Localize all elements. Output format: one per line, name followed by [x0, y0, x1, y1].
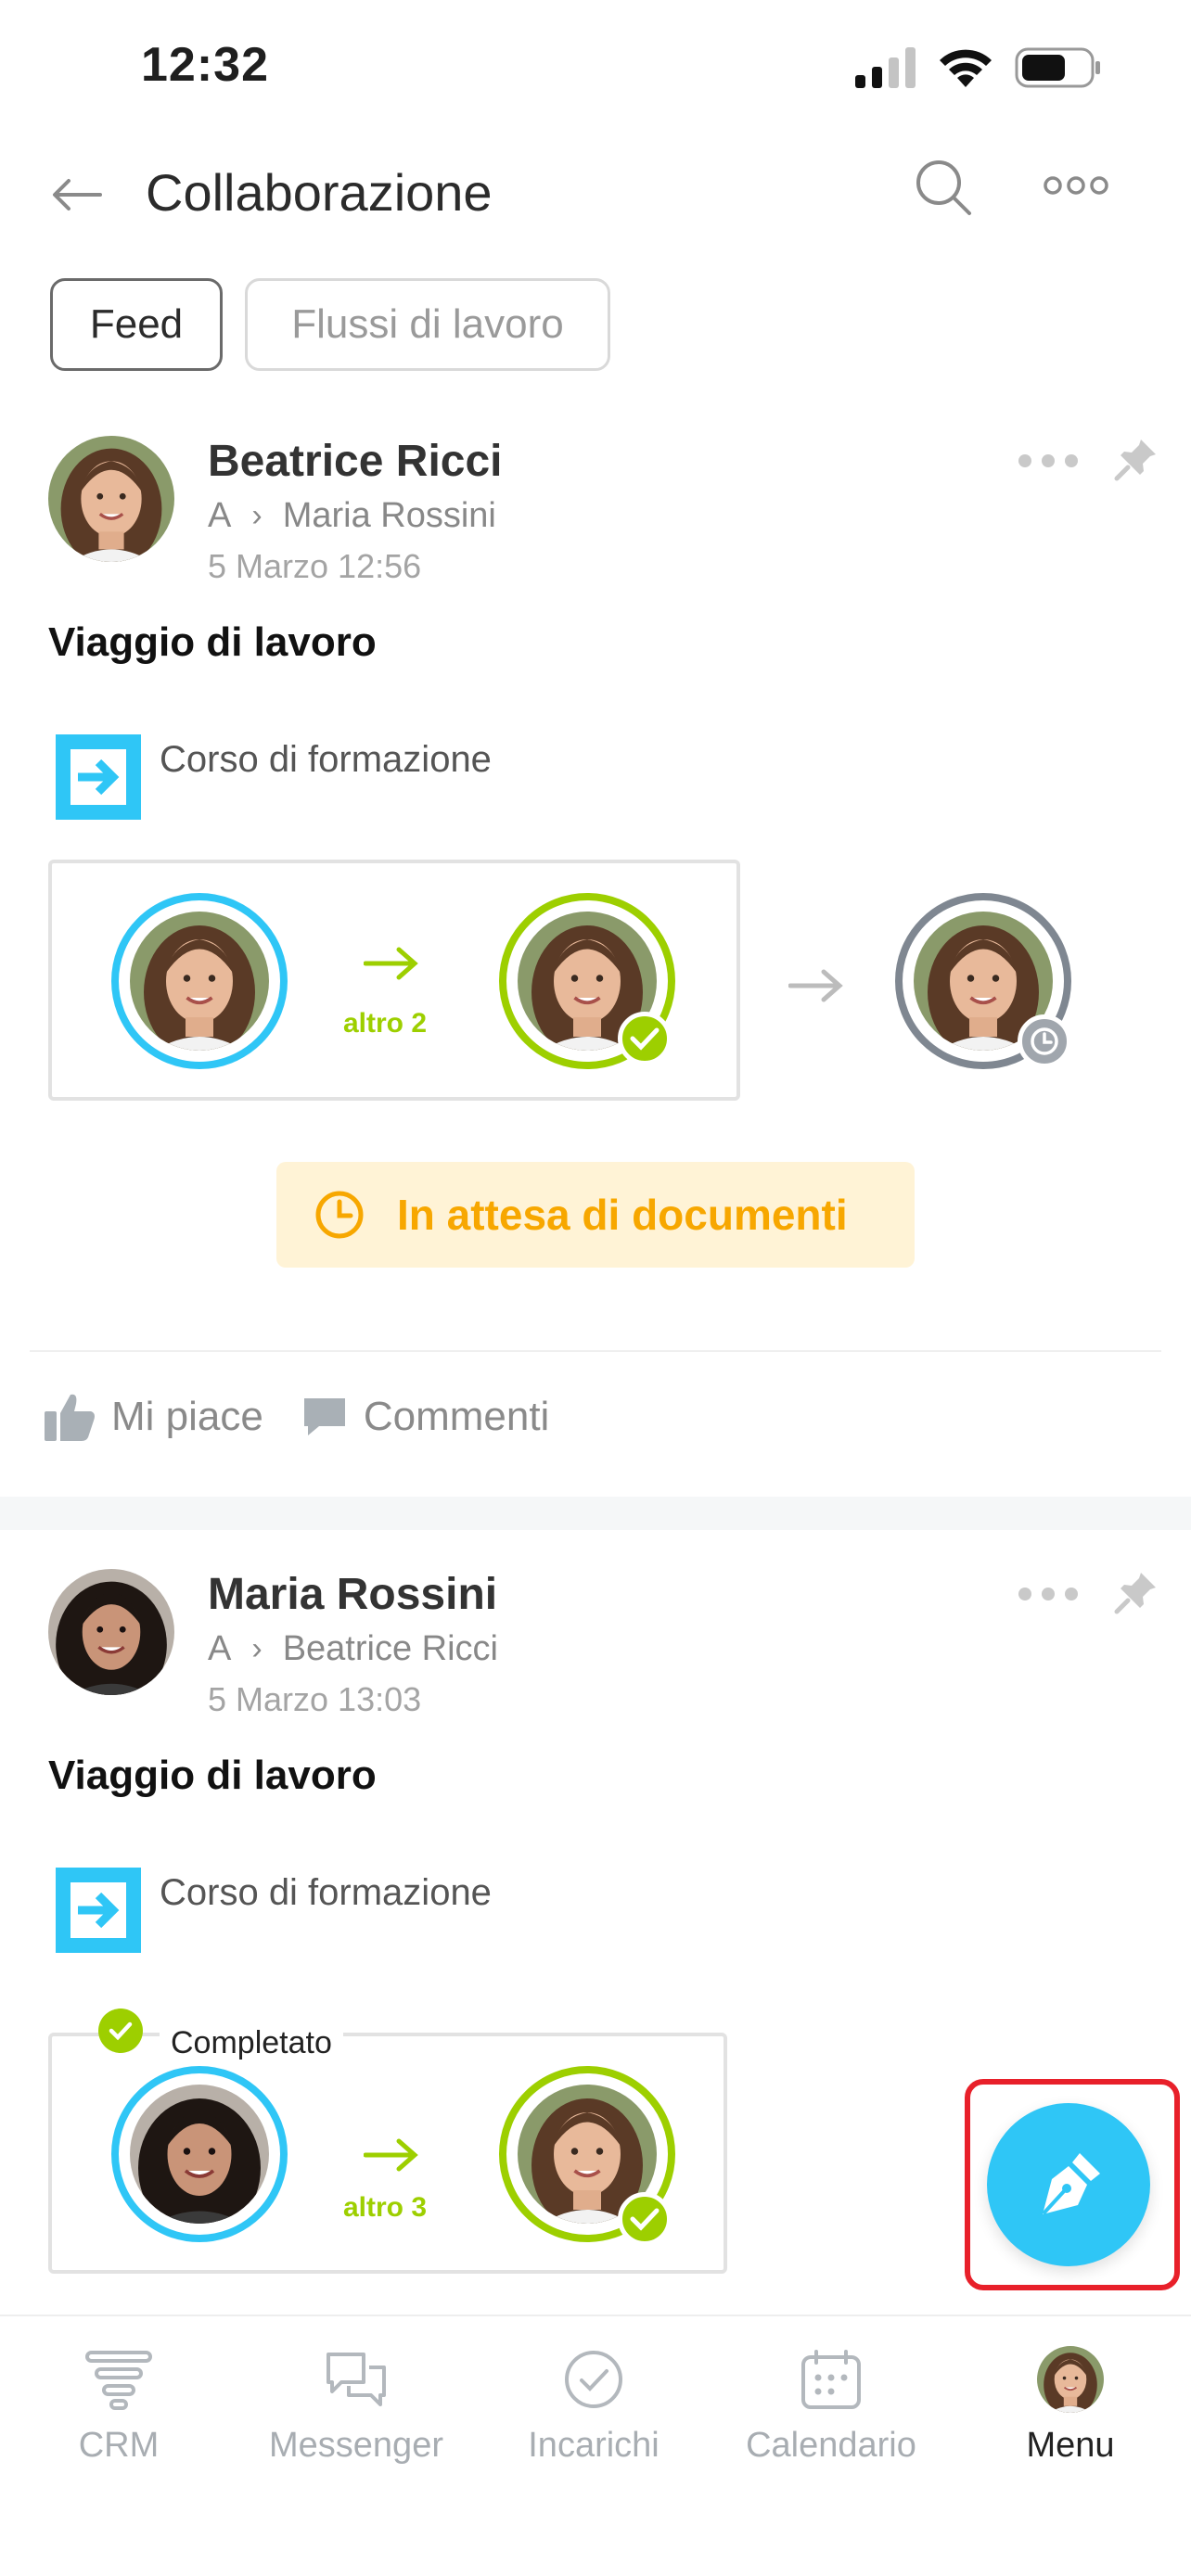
pin-icon: [1114, 1573, 1156, 1614]
recipient-name[interactable]: Maria Rossini: [283, 496, 496, 536]
clock-icon: [1018, 1014, 1071, 1068]
more-participants-label: altro 3: [343, 2192, 428, 2223]
chevron-right-icon: ›: [251, 498, 263, 533]
nav-label: Messenger: [269, 2426, 443, 2465]
user-avatar: [1037, 2346, 1104, 2413]
battery-icon: [1015, 47, 1100, 88]
post-date: 5 Marzo 13:03: [208, 1680, 422, 1718]
comments-button[interactable]: Commenti: [301, 1394, 550, 1440]
post-date: 5 Marzo 12:56: [208, 547, 422, 585]
nav-item-crm[interactable]: CRM: [0, 2344, 237, 2466]
participant-avatar: [111, 2066, 288, 2242]
arrow-right-icon: [364, 2138, 418, 2172]
clock-icon: [315, 1191, 364, 1239]
post-author[interactable]: Beatrice Ricci: [208, 436, 503, 487]
search-button[interactable]: [914, 158, 979, 223]
arrow-left-icon: [53, 179, 102, 210]
workflow-icon: [56, 1868, 141, 1953]
more-horizontal-icon: [1018, 1588, 1078, 1600]
status-bar: 12:32: [0, 0, 1191, 139]
post-recipient: A › Maria Rossini: [208, 496, 496, 536]
comment-icon: [303, 1398, 345, 1435]
pin-button[interactable]: [1113, 436, 1159, 482]
nav-item-messenger[interactable]: Messenger: [237, 2344, 475, 2466]
app-header: Collaborazione: [0, 139, 1191, 246]
status-text: In attesa di documenti: [397, 1191, 848, 1239]
more-horizontal-icon: [1044, 176, 1108, 195]
workflow-name[interactable]: Corso di formazione: [160, 739, 492, 781]
workflow-icon: [56, 734, 141, 820]
status-time: 12:32: [141, 38, 269, 92]
feed-tabs: Feed Flussi di lavoro: [50, 278, 610, 371]
like-label: Mi piace: [111, 1394, 263, 1439]
nav-item-calendar[interactable]: Calendario: [712, 2344, 950, 2466]
page-title: Collaborazione: [146, 163, 493, 222]
post-more-button[interactable]: [1016, 1580, 1081, 1608]
nav-label: Calendario: [746, 2426, 916, 2465]
status-badge: In attesa di documenti: [276, 1162, 915, 1268]
author-avatar[interactable]: [48, 1569, 174, 1695]
recipient-prefix: A: [208, 1629, 232, 1668]
pin-button[interactable]: [1113, 1569, 1159, 1615]
more-participants-label: altro 2: [343, 1008, 428, 1039]
workflow-participants[interactable]: altro 2: [48, 860, 740, 1101]
check-icon: [618, 1012, 672, 1065]
tab-feed[interactable]: Feed: [50, 278, 223, 371]
pin-icon: [1114, 440, 1156, 481]
comments-label: Commenti: [363, 1394, 550, 1439]
workflow-name[interactable]: Corso di formazione: [160, 1872, 492, 1914]
more-horizontal-icon: [1018, 454, 1078, 467]
chevron-right-icon: ›: [251, 1631, 263, 1666]
chat-bubbles-icon: [321, 2344, 391, 2415]
participant-avatar: [111, 893, 288, 1069]
back-button[interactable]: [52, 167, 126, 223]
check-circle-icon: [558, 2344, 629, 2415]
nav-item-menu[interactable]: Menu: [952, 2344, 1189, 2466]
search-icon: [916, 160, 971, 215]
post-actions: Mi piace Commenti: [43, 1391, 549, 1443]
new-post-button[interactable]: [987, 2103, 1150, 2266]
arrow-right-icon: [364, 947, 418, 980]
post-author[interactable]: Maria Rossini: [208, 1569, 497, 1620]
pen-icon: [1043, 2153, 1100, 2214]
post-recipient: A › Beatrice Ricci: [208, 1629, 498, 1669]
recipient-name[interactable]: Beatrice Ricci: [283, 1629, 498, 1669]
nav-label: Incarichi: [528, 2426, 660, 2465]
nav-item-tasks[interactable]: Incarichi: [475, 2344, 712, 2466]
post-title: Viaggio di lavoro: [48, 619, 377, 665]
completed-label: Completato: [160, 2025, 343, 2061]
status-icons: [855, 46, 1102, 89]
post-title: Viaggio di lavoro: [48, 1753, 377, 1798]
post-separator: [0, 1497, 1191, 1530]
check-icon: [618, 2192, 672, 2246]
calendar-icon: [796, 2344, 866, 2415]
nav-label: CRM: [78, 2426, 160, 2465]
post-more-button[interactable]: [1016, 447, 1081, 475]
bottom-navigation: CRM Messenger Incarichi Calendario Menu: [0, 2315, 1191, 2576]
funnel-icon: [83, 2344, 154, 2415]
header-more-button[interactable]: [1044, 172, 1118, 209]
cellular-signal-icon: [855, 47, 916, 88]
like-button[interactable]: Mi piace: [43, 1391, 263, 1443]
thumbs-up-icon: [45, 1394, 95, 1441]
recipient-prefix: A: [208, 496, 232, 535]
workflow-participants[interactable]: altro 3: [48, 2033, 727, 2274]
arrow-right-icon: [788, 969, 843, 1002]
nav-label: Menu: [1026, 2426, 1115, 2465]
author-avatar[interactable]: [48, 436, 174, 562]
wifi-icon: [940, 49, 992, 87]
tab-workflows[interactable]: Flussi di lavoro: [245, 278, 610, 371]
completed-check-icon: [98, 2009, 143, 2053]
divider: [30, 1350, 1161, 1352]
